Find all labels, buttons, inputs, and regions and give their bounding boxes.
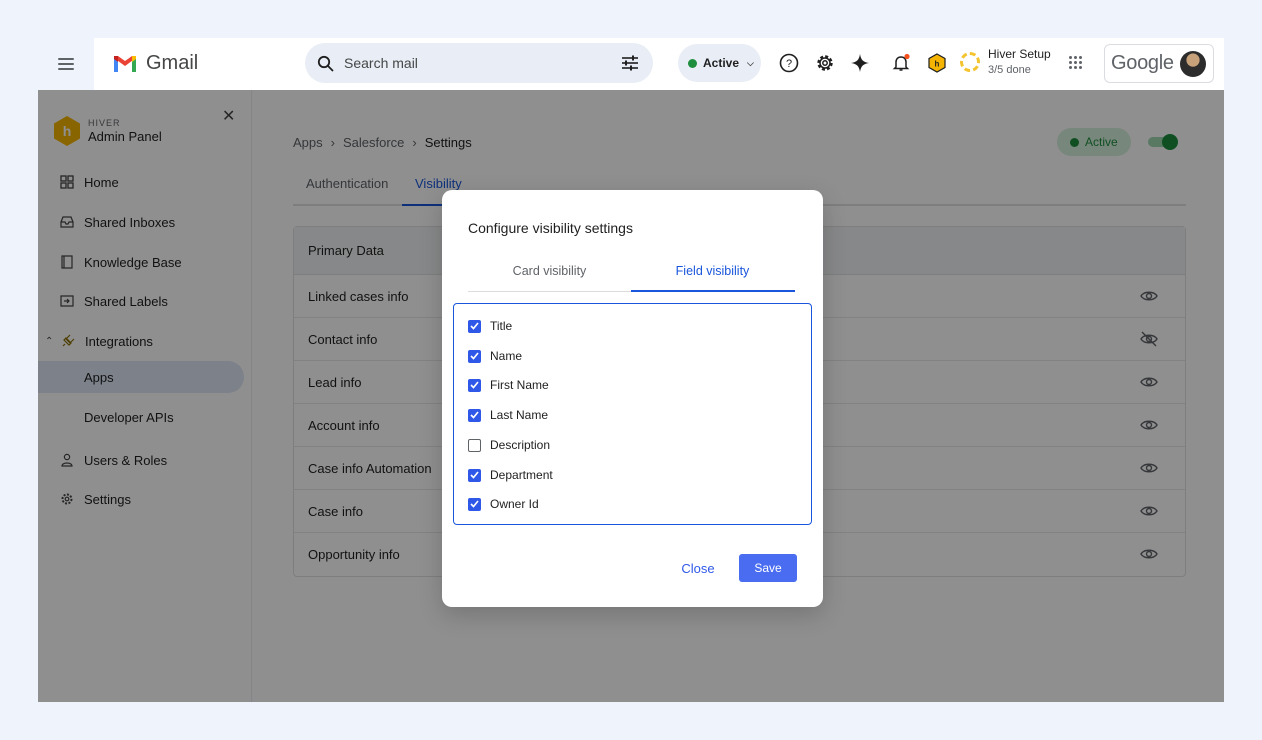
field-option-label: Last Name <box>490 408 549 422</box>
hiver-setup-progress[interactable]: Hiver Setup 3/5 done <box>960 47 1051 76</box>
gmail-wordmark: Gmail <box>146 52 199 74</box>
hiver-badge-icon[interactable]: h <box>926 52 948 74</box>
status-dot <box>688 58 697 68</box>
field-option-first-name[interactable]: First Name <box>468 376 549 394</box>
dialog-title: Configure visibility settings <box>468 220 633 236</box>
field-option-name[interactable]: Name <box>468 347 522 365</box>
setup-progress-ring-icon <box>960 51 980 72</box>
sparkle-icon[interactable] <box>849 52 871 74</box>
field-option-owner-id[interactable]: Owner Id <box>468 495 539 513</box>
google-wordmark: Google <box>1111 52 1174 74</box>
gmail-m-icon <box>114 55 136 72</box>
field-option-title[interactable]: Title <box>468 317 512 335</box>
save-button[interactable]: Save <box>739 554 797 582</box>
field-option-label: First Name <box>490 378 549 392</box>
google-apps-icon[interactable] <box>1069 56 1083 70</box>
field-option-last-name[interactable]: Last Name <box>468 406 548 424</box>
filter-options-icon[interactable] <box>621 55 639 71</box>
hamburger-icon <box>58 58 74 70</box>
checkbox-checked-icon[interactable] <box>468 349 481 363</box>
field-option-label: Description <box>490 438 551 452</box>
field-option-label: Title <box>490 319 513 333</box>
checkbox-checked-icon[interactable] <box>468 468 481 482</box>
field-checklist: Title Name First Name Last Name Descript… <box>453 303 812 525</box>
tab-card-visibility[interactable]: Card visibility <box>468 264 631 278</box>
tab-underline <box>631 290 795 292</box>
checkbox-checked-icon[interactable] <box>468 319 481 333</box>
setup-progress-text: 3/5 done <box>988 64 1031 76</box>
main-menu-button[interactable] <box>38 38 94 90</box>
field-option-label: Department <box>490 468 553 482</box>
field-option-label: Name <box>490 349 523 363</box>
avatar <box>1179 50 1206 77</box>
field-option-department[interactable]: Department <box>468 466 553 484</box>
app-frame: Gmail Search mail Active ⌵ ? h Hiver Set… <box>38 38 1224 702</box>
svg-text:?: ? <box>786 58 792 70</box>
tab-field-visibility[interactable]: Field visibility <box>631 264 794 278</box>
checkbox-checked-icon[interactable] <box>468 378 481 392</box>
status-label: Active <box>703 56 740 70</box>
help-icon[interactable]: ? <box>778 52 800 74</box>
field-option-description[interactable]: Description <box>468 436 550 454</box>
checkbox-checked-icon[interactable] <box>468 497 481 511</box>
gmail-header: Gmail Search mail Active ⌵ ? h Hiver Set… <box>38 38 1224 90</box>
search-icon[interactable] <box>317 55 334 72</box>
field-option-label: Owner Id <box>490 497 539 511</box>
gmail-logo[interactable]: Gmail <box>112 52 198 75</box>
checkbox-checked-icon[interactable] <box>468 408 481 422</box>
notifications-bell-icon[interactable] <box>890 52 912 74</box>
search-input[interactable]: Search mail <box>344 55 621 71</box>
search-bar[interactable]: Search mail <box>305 43 653 83</box>
google-account-button[interactable]: Google <box>1104 44 1214 83</box>
checkbox-unchecked-icon[interactable] <box>468 438 481 452</box>
visibility-settings-dialog: Configure visibility settings Card visib… <box>442 190 823 607</box>
status-dropdown[interactable]: Active ⌵ <box>678 44 761 82</box>
chevron-down-icon: ⌵ <box>747 57 754 68</box>
close-button[interactable]: Close <box>674 554 722 582</box>
setup-title: Hiver Setup <box>988 47 1051 61</box>
settings-gear-icon[interactable] <box>814 52 836 74</box>
svg-text:h: h <box>935 60 940 69</box>
dialog-tabs: Card visibility Field visibility <box>468 256 795 292</box>
